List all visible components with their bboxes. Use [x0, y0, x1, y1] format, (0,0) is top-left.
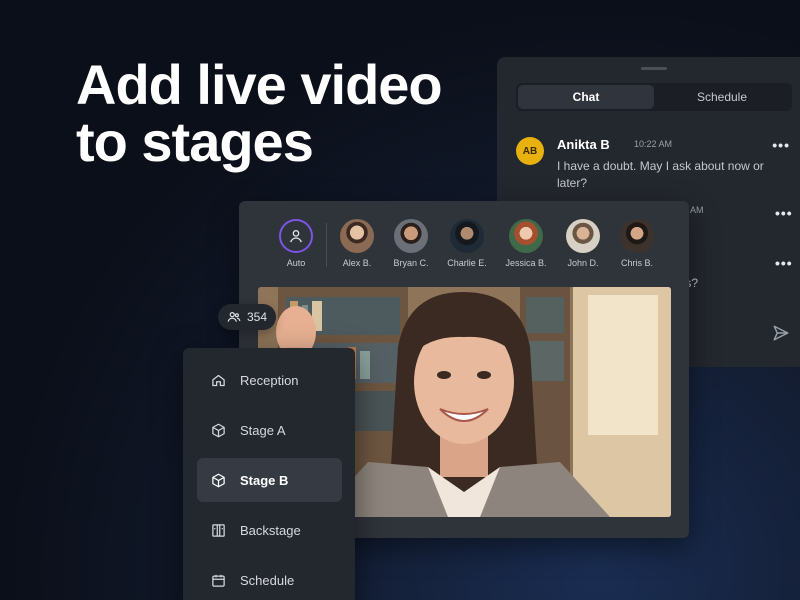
message-author: Anikta B [557, 137, 610, 152]
participant-alex[interactable]: Alex B. [327, 219, 387, 268]
message-text: I have a doubt. May I ask about now or l… [557, 159, 764, 190]
more-horizontal-icon[interactable]: ••• [775, 255, 793, 271]
participant-chris[interactable]: Chris B. [607, 219, 667, 268]
viewer-count[interactable]: 354 [218, 304, 276, 330]
tab-schedule[interactable]: Schedule [654, 85, 790, 109]
avatar [566, 219, 600, 253]
avatar [450, 219, 484, 253]
sidebar-item-schedule[interactable]: Schedule [197, 558, 342, 600]
auto-avatar [279, 219, 313, 253]
sidebar-item-stage-b[interactable]: Stage B [197, 458, 342, 502]
backstage-icon [212, 523, 225, 537]
avatar [620, 219, 654, 253]
participant-name: Chris B. [620, 258, 653, 268]
sidebar-item-label: Stage A [240, 422, 286, 438]
participant-auto[interactable]: Auto [266, 219, 326, 268]
message-time: 10:22 AM [634, 139, 673, 149]
avatar [509, 219, 543, 253]
participant-charlie[interactable]: Charlie E. [437, 219, 497, 268]
more-horizontal-icon[interactable]: ••• [772, 137, 790, 153]
headline-line-2: to stages [76, 110, 314, 173]
participant-name: Jessica B. [505, 258, 547, 268]
participant-strip: Auto Alex B. Bryan C. Charlie E. Jessica… [239, 219, 689, 279]
sidebar-item-label: Reception [240, 372, 299, 388]
calendar-icon [212, 574, 225, 587]
send-icon[interactable] [772, 324, 790, 342]
more-horizontal-icon[interactable]: ••• [775, 205, 793, 221]
users-icon [227, 312, 241, 322]
cube-icon [212, 423, 225, 437]
avatar [340, 219, 374, 253]
avatar [394, 219, 428, 253]
participant-name: John D. [567, 258, 599, 268]
viewer-count-value: 354 [246, 310, 268, 324]
sidebar-item-stage-a[interactable]: Stage A [197, 408, 342, 452]
cube-icon [212, 473, 225, 487]
user-icon [290, 230, 302, 243]
sidebar-item-label: Schedule [240, 572, 295, 588]
sidebar-item-label: Backstage [240, 522, 301, 538]
headline-line-1: Add live video [76, 53, 443, 116]
sidebar-item-label: Stage B [240, 472, 289, 488]
tab-chat[interactable]: Chat [518, 85, 654, 109]
participant-name: Alex B. [342, 258, 372, 268]
participant-bryan[interactable]: Bryan C. [381, 219, 441, 268]
sidebar-item-backstage[interactable]: Backstage [197, 508, 342, 552]
message-time: AM [690, 205, 704, 215]
drag-handle[interactable] [641, 67, 667, 70]
participant-name: Charlie E. [447, 258, 487, 268]
chat-tabs: Chat Schedule [516, 83, 792, 111]
headline: Add live video to stages [76, 53, 443, 173]
home-icon [212, 374, 225, 386]
sidebar: Reception Stage A Stage B Backstage Sche… [183, 348, 355, 600]
participant-name: Bryan C. [393, 258, 429, 268]
participant-john[interactable]: John D. [553, 219, 613, 268]
avatar: AB [516, 137, 544, 165]
participant-jessica[interactable]: Jessica B. [496, 219, 556, 268]
participant-name: Auto [286, 258, 306, 268]
sidebar-item-reception[interactable]: Reception [197, 358, 342, 402]
